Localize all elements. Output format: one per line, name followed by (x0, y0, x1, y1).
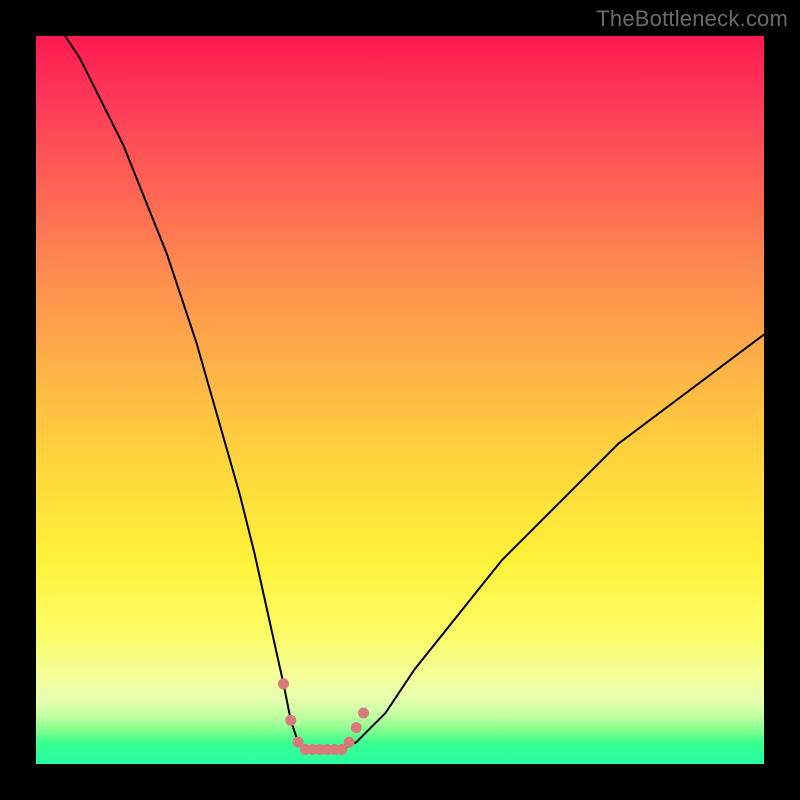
plot-area (36, 36, 764, 764)
optimal-dot (344, 737, 355, 748)
optimal-dot (278, 678, 289, 689)
chart-frame: TheBottleneck.com (0, 0, 800, 800)
curve-layer (36, 36, 764, 764)
optimal-dot (285, 715, 296, 726)
bottleneck-curve (65, 36, 764, 749)
optimal-dot (351, 722, 362, 733)
bottleneck-curve-path (65, 36, 764, 749)
watermark-label: TheBottleneck.com (596, 6, 788, 32)
optimal-dot (358, 708, 369, 719)
